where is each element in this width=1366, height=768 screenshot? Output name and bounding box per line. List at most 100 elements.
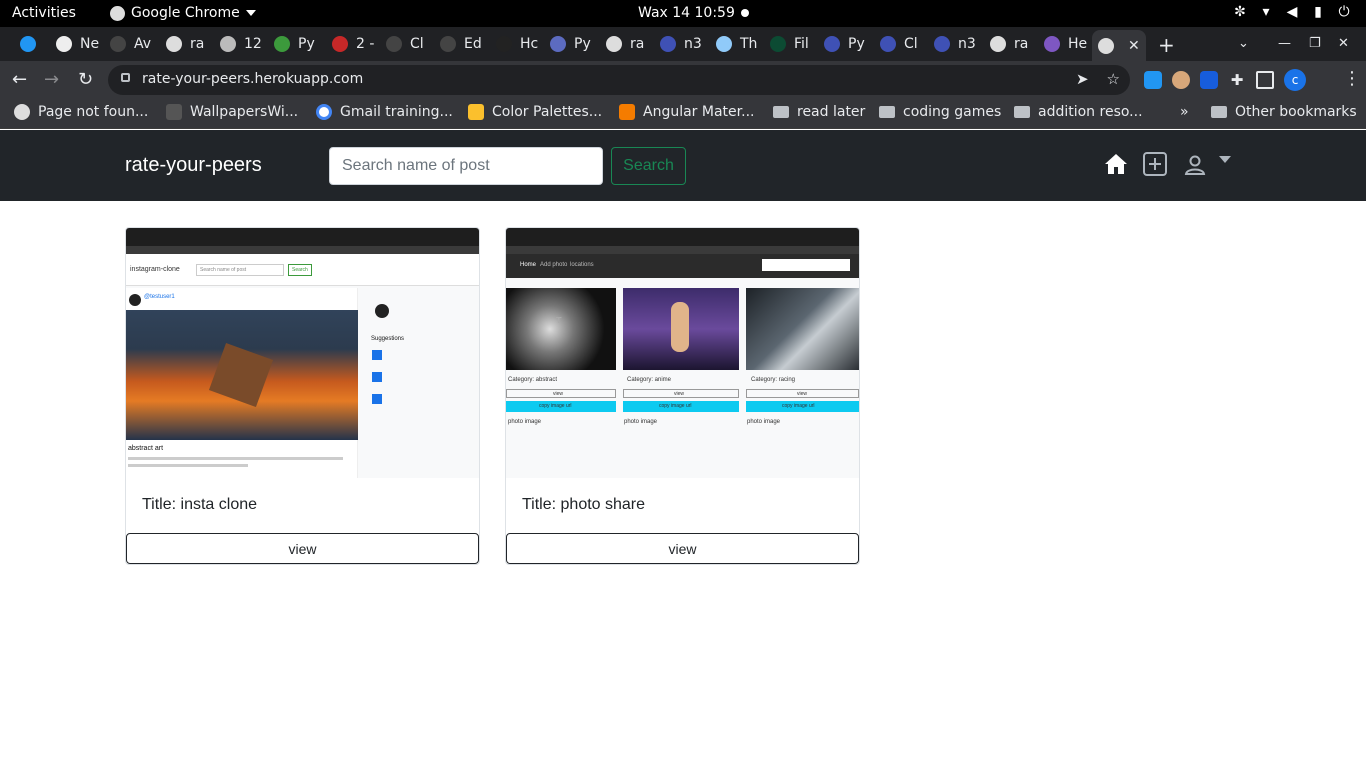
google-icon: [316, 104, 332, 120]
mini-alt-text: photo image: [747, 419, 781, 425]
tab[interactable]: ra: [600, 30, 650, 58]
bookmark-folder[interactable]: coding games: [879, 104, 1001, 120]
bookmark-star-icon[interactable]: ☆: [1107, 70, 1120, 88]
clock[interactable]: Wax 14 10:59: [638, 5, 735, 21]
bitwarden-icon[interactable]: [1200, 71, 1218, 89]
tab-search-chevron-icon[interactable]: ⌄: [1238, 36, 1249, 51]
site-favicon-icon: [56, 36, 72, 52]
home-icon[interactable]: [1104, 152, 1128, 176]
bookmark-item[interactable]: Gmail training...: [316, 104, 453, 120]
user-dropdown-chevron-icon[interactable]: [1219, 156, 1231, 163]
tab[interactable]: 12: [214, 30, 266, 58]
globe-icon: [606, 36, 622, 52]
dropbox-icon[interactable]: ✼: [1232, 4, 1248, 20]
tab[interactable]: n3: [654, 30, 706, 58]
mini-figure-shape: [671, 302, 689, 352]
more-bookmarks-chevron-icon[interactable]: »: [1180, 104, 1189, 120]
search-button[interactable]: Search: [611, 147, 686, 185]
tab[interactable]: Ed: [434, 30, 486, 58]
mini-search-placeholder: Search name of post: [200, 267, 247, 273]
tab[interactable]: Ne: [50, 30, 100, 58]
gem-icon: [20, 36, 36, 52]
add-post-icon[interactable]: [1143, 152, 1167, 176]
bookmark-folder[interactable]: addition reso...: [1014, 104, 1143, 120]
tab[interactable]: ra: [984, 30, 1036, 58]
mini-app-navbar: Home Add photo locations: [506, 254, 859, 278]
mini-view-label: view: [674, 391, 685, 397]
avatar-extension-icon[interactable]: [1172, 71, 1190, 89]
mini-view-button: view: [623, 389, 739, 398]
tab[interactable]: 2 -: [326, 30, 376, 58]
forward-arrow-icon[interactable]: →: [44, 69, 59, 90]
mini-copy-button: copy image url: [506, 401, 616, 412]
tab-label: Ne: [80, 36, 100, 52]
site-favicon-icon: [880, 36, 896, 52]
restore-window-icon[interactable]: ❐: [1309, 36, 1321, 51]
tab-pinned[interactable]: [14, 30, 44, 58]
send-to-devices-icon[interactable]: ➤: [1076, 70, 1089, 88]
tab[interactable]: Fil: [764, 30, 816, 58]
globe-icon: [166, 36, 182, 52]
new-tab-icon[interactable]: +: [1158, 33, 1175, 57]
mini-view-button: view: [746, 389, 859, 398]
tab-label: n3: [684, 36, 702, 52]
app-menu[interactable]: Google Chrome: [110, 5, 256, 21]
mini-house-shape: [208, 342, 274, 408]
puzzle-extensions-icon[interactable]: ✚: [1228, 71, 1246, 89]
tab[interactable]: Hc: [490, 30, 540, 58]
mini-nav-home: Home: [520, 262, 537, 268]
tab[interactable]: Cl: [874, 30, 926, 58]
mini-browser-chrome: [126, 228, 479, 246]
mini-suggestion-avatar: [372, 372, 382, 382]
power-menu-icon[interactable]: ⏻: [1336, 4, 1352, 20]
activities-button[interactable]: Activities: [12, 5, 76, 21]
bookmark-label: read later: [797, 104, 866, 120]
mini-post: @testuser1 abstract art: [126, 288, 358, 478]
wallpaper-icon: [166, 104, 182, 120]
system-tray[interactable]: ✼ ▾ ◀ ▮ ⏻: [1232, 4, 1352, 20]
url-text[interactable]: rate-your-peers.herokuapp.com: [142, 71, 363, 87]
tab[interactable]: Av: [104, 30, 156, 58]
search-input[interactable]: [329, 147, 603, 185]
mini-suggestion-avatar: [372, 350, 382, 360]
site-favicon-icon: [824, 36, 840, 52]
post-screenshot-image: instagram-clone Search name of post Sear…: [126, 228, 479, 478]
tab[interactable]: Py: [818, 30, 870, 58]
bookmark-label: Angular Mater...: [643, 104, 755, 120]
close-tab-icon[interactable]: ✕: [1128, 38, 1140, 54]
tab-label: 2 -: [356, 36, 375, 52]
tab[interactable]: Th: [710, 30, 762, 58]
other-bookmarks-folder[interactable]: Other bookmarks: [1211, 104, 1357, 120]
bookmark-folder[interactable]: read later: [773, 104, 865, 120]
gem-extension-icon[interactable]: [1144, 71, 1162, 89]
tab[interactable]: Py: [544, 30, 596, 58]
reload-icon[interactable]: ↻: [78, 69, 93, 90]
back-arrow-icon[interactable]: ←: [12, 69, 27, 90]
site-favicon-icon: [496, 36, 512, 52]
profile-avatar[interactable]: c: [1284, 69, 1306, 91]
tab[interactable]: n3: [928, 30, 982, 58]
address-bar[interactable]: rate-your-peers.herokuapp.com ➤ ☆: [108, 65, 1130, 95]
side-panel-icon[interactable]: [1256, 71, 1274, 89]
bookmark-item[interactable]: Page not foun...: [14, 104, 148, 120]
minimize-window-icon[interactable]: —: [1278, 36, 1291, 51]
tab[interactable]: ra: [160, 30, 210, 58]
site-brand-link[interactable]: rate-your-peers: [125, 154, 262, 177]
mini-browser-chrome: [506, 228, 859, 246]
tab-active[interactable]: ✕: [1092, 30, 1146, 61]
mini-search-button: Search: [288, 264, 312, 276]
bookmark-item[interactable]: Color Palettes...: [468, 104, 602, 120]
bookmark-item[interactable]: Angular Mater...: [619, 104, 754, 120]
bookmark-item[interactable]: WallpapersWi...: [166, 104, 298, 120]
view-button[interactable]: view: [126, 533, 479, 564]
user-icon[interactable]: [1184, 154, 1206, 176]
tab[interactable]: He: [1038, 30, 1090, 58]
bookmark-label: Color Palettes...: [492, 104, 603, 120]
tab[interactable]: Py: [268, 30, 320, 58]
view-button[interactable]: view: [506, 533, 859, 564]
close-window-icon[interactable]: ✕: [1338, 36, 1349, 51]
tab-label: Hc: [520, 36, 539, 52]
tab[interactable]: Cl: [380, 30, 430, 58]
globe-icon: [14, 104, 30, 120]
kebab-menu-icon[interactable]: ⋮: [1343, 68, 1361, 89]
